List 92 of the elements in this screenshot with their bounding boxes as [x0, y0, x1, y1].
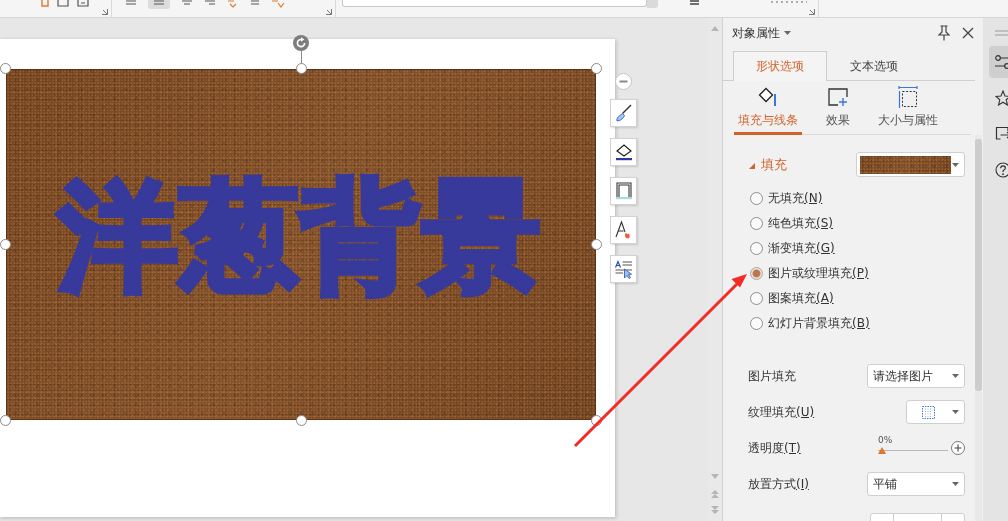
dropdown[interactable]: 请选择图片	[867, 364, 965, 388]
brush-icon	[613, 103, 634, 123]
fill-button[interactable]	[610, 138, 637, 166]
radio-label[interactable]: 无填充(N)	[768, 190, 823, 207]
caret-icon[interactable]	[784, 31, 791, 35]
radio-button[interactable]	[750, 192, 763, 205]
radio-button[interactable]	[750, 292, 763, 305]
resize-handle[interactable]	[590, 414, 602, 426]
resize-handle[interactable]	[295, 63, 307, 74]
dotted-square-icon	[922, 405, 935, 419]
text-effect-button[interactable]	[610, 216, 637, 244]
ribbon-tool-icon[interactable]	[77, 0, 89, 8]
dialog-launcher-icon[interactable]	[326, 9, 332, 15]
page-down-icon[interactable]	[711, 506, 719, 514]
ribbon-tool-icon[interactable]	[181, 0, 193, 7]
ribbon-tool-icon[interactable]	[250, 0, 260, 7]
slider-thumb[interactable]	[878, 446, 886, 454]
ribbon-tool-icon[interactable]	[204, 0, 216, 7]
subtab[interactable]: 填充与线条	[734, 81, 802, 135]
ribbon-tool-icon[interactable]	[227, 0, 239, 8]
sidebar-button[interactable]	[989, 46, 1008, 78]
resize-handle[interactable]	[295, 414, 307, 426]
collapse-button[interactable]	[615, 73, 632, 90]
section-title[interactable]: 填充	[761, 155, 787, 174]
radio-button[interactable]	[750, 242, 763, 255]
ribbon-tool-icon[interactable]	[689, 0, 700, 6]
resize-handle[interactable]	[0, 63, 11, 74]
resize-handle[interactable]	[590, 63, 602, 74]
ribbon-tool-icon[interactable]	[41, 0, 49, 7]
radio-label[interactable]: 幻灯片背景填充(B)	[768, 315, 870, 332]
field-label: 透明度(T)	[748, 439, 801, 457]
panel-title[interactable]: 对象属性	[732, 24, 780, 42]
drag-handle-icon[interactable]	[995, 30, 1008, 36]
scroll-up-icon[interactable]	[711, 26, 719, 31]
text-wrap-button[interactable]	[610, 255, 637, 283]
page-up-icon[interactable]	[711, 490, 719, 498]
caret-icon	[952, 410, 959, 414]
radio-label[interactable]: 图案填充(A)	[768, 290, 834, 307]
plus-button[interactable]	[951, 441, 965, 455]
scroll-down-icon[interactable]	[711, 474, 719, 479]
box-arrow-icon	[995, 126, 1008, 142]
radio-label[interactable]: 图片或纹理填充(P)	[768, 265, 869, 282]
caret-icon	[952, 162, 959, 167]
dialog-launcher-icon[interactable]	[809, 9, 815, 15]
dashed-square-icon	[897, 86, 919, 108]
field-label: 放置方式(I)	[748, 475, 809, 493]
ribbon-tool-icon[interactable]	[769, 0, 809, 6]
subtab[interactable]: 大小与属性	[874, 81, 942, 135]
subtab[interactable]: 效果	[822, 81, 854, 135]
radio-button[interactable]	[750, 267, 763, 280]
star-icon	[995, 90, 1008, 106]
ribbon-tool-icon[interactable]	[125, 0, 137, 7]
fill-bucket-icon	[613, 142, 634, 162]
tab[interactable]: 文本选项	[827, 51, 921, 80]
radio-button[interactable]	[750, 317, 763, 330]
resize-handle[interactable]	[590, 239, 602, 250]
caret-icon	[952, 374, 959, 378]
ribbon-input-field[interactable]	[342, 0, 647, 7]
radio-button[interactable]	[750, 217, 763, 230]
panel-scrollbar[interactable]	[975, 135, 982, 521]
text-cursor-icon	[613, 259, 634, 279]
resize-handle[interactable]	[0, 414, 11, 426]
help-icon	[995, 162, 1008, 178]
texture-dropdown[interactable]	[906, 400, 965, 424]
caret-icon	[952, 482, 959, 486]
ribbon-tool-icon[interactable]	[57, 0, 69, 7]
ribbon-tool-icon[interactable]	[153, 0, 165, 7]
expand-triangle-icon[interactable]	[749, 162, 755, 169]
sliders-icon	[995, 54, 1008, 70]
field-label: 纹理填充(U)	[748, 403, 815, 421]
ribbon-tool-icon[interactable]	[271, 0, 285, 8]
dropdown[interactable]: 平铺	[867, 472, 965, 496]
brush-button[interactable]	[610, 99, 637, 127]
resize-handle[interactable]	[0, 239, 11, 250]
paint-bucket-icon	[757, 86, 779, 108]
field-label: 图片填充	[748, 367, 796, 385]
connector-line	[300, 51, 302, 63]
radio-label[interactable]: 渐变填充(G)	[768, 240, 835, 257]
tab[interactable]: 形状选项	[733, 51, 827, 81]
dialog-launcher-icon[interactable]	[102, 9, 108, 15]
radio-label[interactable]: 纯色填充(S)	[768, 215, 833, 232]
close-icon[interactable]	[962, 27, 974, 39]
scrollbar-thumb[interactable]	[975, 139, 982, 391]
slider-reading: 0%	[878, 434, 893, 446]
square-plus-icon	[827, 86, 849, 108]
slider-track[interactable]	[878, 446, 948, 454]
outline-square-icon	[613, 181, 634, 201]
fill-dropdown[interactable]	[856, 152, 965, 177]
outline-button[interactable]	[610, 177, 637, 205]
rotate-handle[interactable]	[293, 35, 309, 51]
pin-icon[interactable]	[937, 25, 951, 41]
ribbon-tool-button[interactable]	[148, 0, 170, 9]
